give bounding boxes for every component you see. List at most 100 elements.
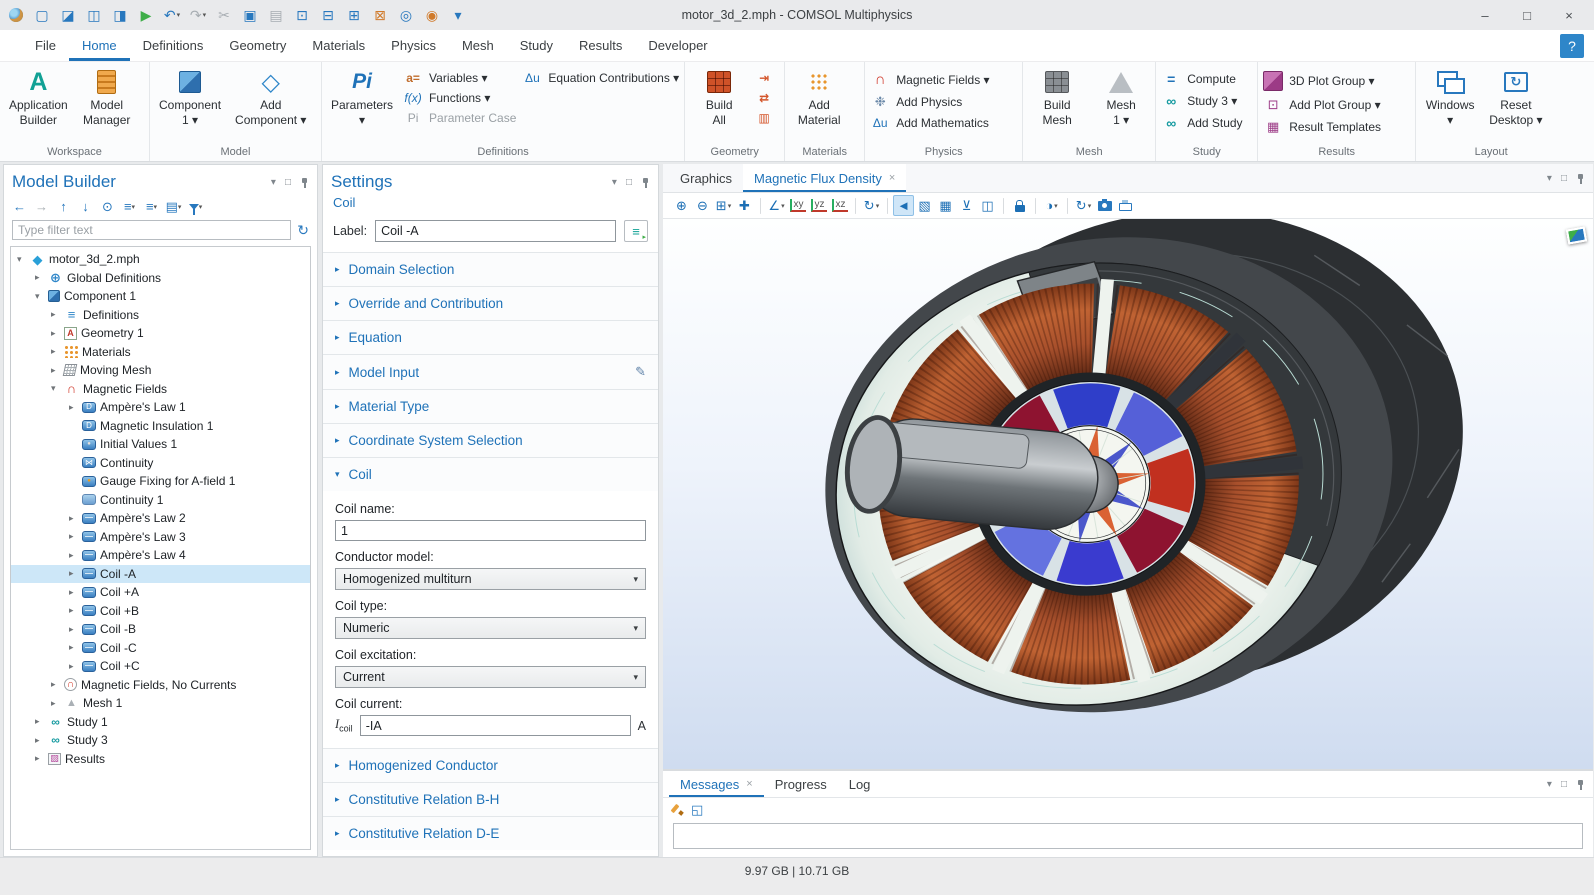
- filter-icon[interactable]: ▾: [186, 197, 205, 216]
- zoom-out-icon[interactable]: ⊖ ▾: [692, 195, 713, 216]
- tree-expander-icon[interactable]: ▸: [35, 716, 48, 727]
- cut-icon[interactable]: ✂ ▾: [212, 4, 236, 26]
- messages-tab[interactable]: Log: [838, 771, 882, 797]
- graphics-canvas[interactable]: [663, 219, 1593, 769]
- tree-item[interactable]: ▸ Study 1: [11, 713, 310, 732]
- wireframe-icon[interactable]: ▦ ▾: [935, 195, 956, 216]
- tree-expander-icon[interactable]: ▸: [69, 587, 82, 598]
- toolbar-more-icon[interactable]: ▾ ▾: [446, 4, 470, 26]
- node-grouping-icon[interactable]: ▤ ▾: [164, 197, 183, 216]
- show-icon[interactable]: ⊙ ▾: [98, 197, 117, 216]
- study-3-button[interactable]: ∞ Study 3 ▾: [1161, 93, 1242, 109]
- settings-section-header[interactable]: ▸ Material Type ✎: [323, 389, 658, 423]
- coil-name-input[interactable]: 1: [335, 520, 646, 541]
- settings-section-header[interactable]: ▸ Homogenized Conductor: [323, 748, 658, 782]
- tree-expander-icon[interactable]: ▸: [51, 346, 64, 357]
- tree-item[interactable]: Magnetic Insulation 1: [11, 417, 310, 436]
- tree-item[interactable]: ▾ Magnetic Fields: [11, 380, 310, 399]
- graphics-tool[interactable]: ▾: [1035, 198, 1036, 214]
- menu-tab[interactable]: Geometry: [216, 30, 299, 61]
- color-theme-icon[interactable]: ◑ ▾: [1041, 195, 1062, 216]
- menu-tab[interactable]: Developer: [635, 30, 720, 61]
- tree-expander-icon[interactable]: ▸: [69, 513, 82, 524]
- tree-item[interactable]: ▸ Coil -A: [11, 565, 310, 584]
- panel-collapse-icon[interactable]: ▾: [271, 177, 276, 188]
- menu-tab[interactable]: Physics: [378, 30, 449, 61]
- tree-expander-icon[interactable]: ▸: [51, 309, 64, 320]
- tree-item[interactable]: ▸ Coil +B: [11, 602, 310, 621]
- clear-selection-icon[interactable]: ⊠ ▾: [368, 4, 392, 26]
- filter-refresh-icon[interactable]: ↻: [297, 222, 309, 239]
- coil-excitation-select[interactable]: Current ▾: [335, 666, 646, 688]
- tree-item[interactable]: ▾ Component 1: [11, 287, 310, 306]
- functions-button[interactable]: f(x) Functions ▾: [403, 91, 516, 105]
- find-icon[interactable]: ◎ ▾: [394, 4, 418, 26]
- print-icon[interactable]: ▾: [1115, 195, 1136, 216]
- compute-button[interactable]: = Compute: [1161, 71, 1242, 87]
- tree-item[interactable]: ▸ Ampère's Law 4: [11, 546, 310, 565]
- variables-button[interactable]: a= Variables ▾: [403, 71, 516, 85]
- panel-float-icon[interactable]: □: [285, 177, 291, 188]
- save-as-icon[interactable]: ◨ ▾: [108, 4, 132, 26]
- add-plot-group-button[interactable]: ⊡ Add Plot Group ▾: [1263, 97, 1381, 113]
- tree-item[interactable]: ▸ Geometry 1: [11, 324, 310, 343]
- tree-item[interactable]: ▸ Definitions: [11, 306, 310, 325]
- tree-filter-input[interactable]: [12, 220, 291, 240]
- zoom-extents-icon[interactable]: ✚ ▾: [734, 195, 755, 216]
- messages-tab[interactable]: Messages ×: [669, 771, 764, 797]
- panel-collapse-icon[interactable]: ▾: [1547, 779, 1552, 790]
- save-icon[interactable]: ◫ ▾: [82, 4, 106, 26]
- run-icon[interactable]: ▶ ▾: [134, 4, 158, 26]
- update-plot-icon[interactable]: ↻ ▾: [1073, 195, 1094, 216]
- transparency-icon[interactable]: ▧ ▾: [914, 195, 935, 216]
- tree-expander-icon[interactable]: ▾: [51, 383, 64, 394]
- tree-item[interactable]: ▸ Study 3: [11, 731, 310, 750]
- tree-item[interactable]: ▸ Results: [11, 750, 310, 769]
- comsol-logo-icon[interactable]: ▾: [4, 4, 28, 26]
- panel-float-icon[interactable]: □: [1561, 173, 1567, 184]
- close-tab-icon[interactable]: ×: [746, 778, 752, 790]
- tree-expander-icon[interactable]: ▸: [51, 698, 64, 709]
- settings-section-header[interactable]: ▸ Constitutive Relation B-H: [323, 782, 658, 816]
- menu-tab[interactable]: Home: [69, 30, 130, 61]
- messages-output-box[interactable]: [673, 823, 1583, 849]
- graphics-tool[interactable]: ▾: [760, 198, 761, 214]
- menu-tab[interactable]: Materials: [299, 30, 378, 61]
- rotate-view-icon[interactable]: ↻ ▾: [861, 195, 882, 216]
- coil-type-select[interactable]: Numeric ▾: [335, 617, 646, 639]
- tree-item[interactable]: ▸ Materials: [11, 343, 310, 362]
- reset-desktop-button[interactable]: ↻ Reset Desktop ▾: [1485, 65, 1546, 129]
- tree-item[interactable]: ▸ Magnetic Fields, No Currents: [11, 676, 310, 695]
- add-component-button[interactable]: ◇ Add Component ▾: [231, 65, 310, 129]
- insert-sequence-icon[interactable]: ⇥: [754, 71, 774, 85]
- parameter-case-button[interactable]: Pi Parameter Case: [403, 111, 516, 125]
- settings-section-header[interactable]: ▸ Constitutive Relation D-E: [323, 816, 658, 850]
- zoom-box-icon[interactable]: ⊞ ▾: [713, 195, 734, 216]
- panel-collapse-icon[interactable]: ▾: [1547, 173, 1552, 184]
- panel-pin-icon[interactable]: [1576, 173, 1585, 184]
- undo-icon[interactable]: ↶ ▾: [160, 4, 184, 26]
- move-up-icon[interactable]: ↑ ▾: [54, 197, 73, 216]
- tree-expander-icon[interactable]: ▸: [51, 679, 64, 690]
- graphics-tool[interactable]: ▾: [1067, 198, 1068, 214]
- rename-icon[interactable]: ≡: [624, 220, 648, 242]
- tree-item[interactable]: ▸ Coil +C: [11, 657, 310, 676]
- edit-model-inputs-icon[interactable]: ✎: [635, 364, 646, 380]
- panel-collapse-icon[interactable]: ▾: [612, 177, 617, 188]
- go-to-view-icon[interactable]: ∠ ▾: [766, 195, 787, 216]
- minimize-button[interactable]: –: [1464, 1, 1506, 29]
- tree-expander-icon[interactable]: ▸: [69, 642, 82, 653]
- update-geometry-icon[interactable]: ⇄: [754, 91, 774, 105]
- windows-button[interactable]: Windows ▾: [1421, 65, 1479, 129]
- color-legend-icon[interactable]: ◫ ▾: [977, 195, 998, 216]
- build-all-button[interactable]: Build All: [690, 65, 748, 129]
- tree-expander-icon[interactable]: ▸: [69, 661, 82, 672]
- tree-item[interactable]: ▸ Moving Mesh: [11, 361, 310, 380]
- settings-section-header[interactable]: ▸ Equation ✎: [323, 320, 658, 354]
- build-mesh-button[interactable]: Build Mesh: [1028, 65, 1086, 129]
- conductor-model-select[interactable]: Homogenized multiturn ▾: [335, 568, 646, 590]
- settings-section-header-coil[interactable]: ▾ Coil: [323, 457, 658, 491]
- tree-item[interactable]: Initial Values 1: [11, 435, 310, 454]
- tree-item[interactable]: ▸ Coil -C: [11, 639, 310, 658]
- help-button[interactable]: ?: [1560, 34, 1584, 58]
